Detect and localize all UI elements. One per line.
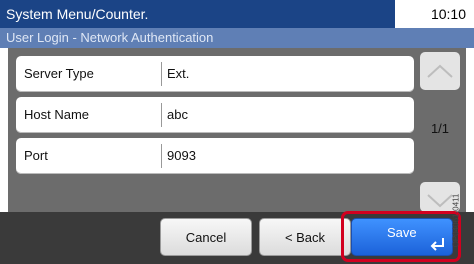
setting-row-host-name[interactable]: Host Name abc bbox=[16, 97, 414, 133]
divider bbox=[161, 103, 162, 127]
divider bbox=[161, 62, 162, 86]
page-indicator: 1/1 bbox=[430, 121, 450, 136]
title-bar: System Menu/Counter. 10:10 bbox=[0, 0, 474, 28]
sub-title: User Login - Network Authentication bbox=[6, 30, 214, 45]
save-button[interactable]: Save bbox=[351, 218, 453, 256]
save-label: Save bbox=[387, 225, 417, 240]
figure-code: OP04061-0411 bbox=[451, 180, 474, 264]
figure-code-text: OP04061-0411 bbox=[451, 193, 461, 248]
back-button[interactable]: < Back bbox=[259, 218, 351, 256]
setting-label: Server Type bbox=[24, 66, 94, 81]
setting-row-port[interactable]: Port 9093 bbox=[16, 138, 414, 174]
clock-time: 10:10 bbox=[430, 6, 466, 22]
setting-value: 9093 bbox=[167, 148, 196, 163]
clock-area: 10:10 bbox=[395, 0, 474, 28]
enter-icon bbox=[430, 238, 444, 251]
chevron-down-icon bbox=[427, 194, 453, 208]
setting-value: Ext. bbox=[167, 66, 190, 81]
screen-title: System Menu/Counter. bbox=[6, 6, 149, 22]
sub-title-bar: User Login - Network Authentication bbox=[0, 28, 474, 48]
divider bbox=[161, 144, 162, 168]
setting-label: Host Name bbox=[24, 107, 90, 122]
setting-row-server-type[interactable]: Server Type Ext. bbox=[16, 56, 414, 92]
setting-value: abc bbox=[167, 107, 188, 122]
chevron-up-icon bbox=[427, 64, 453, 78]
setting-label: Port bbox=[24, 148, 48, 163]
scroll-up-button[interactable] bbox=[420, 52, 460, 90]
cancel-button[interactable]: Cancel bbox=[160, 218, 252, 256]
